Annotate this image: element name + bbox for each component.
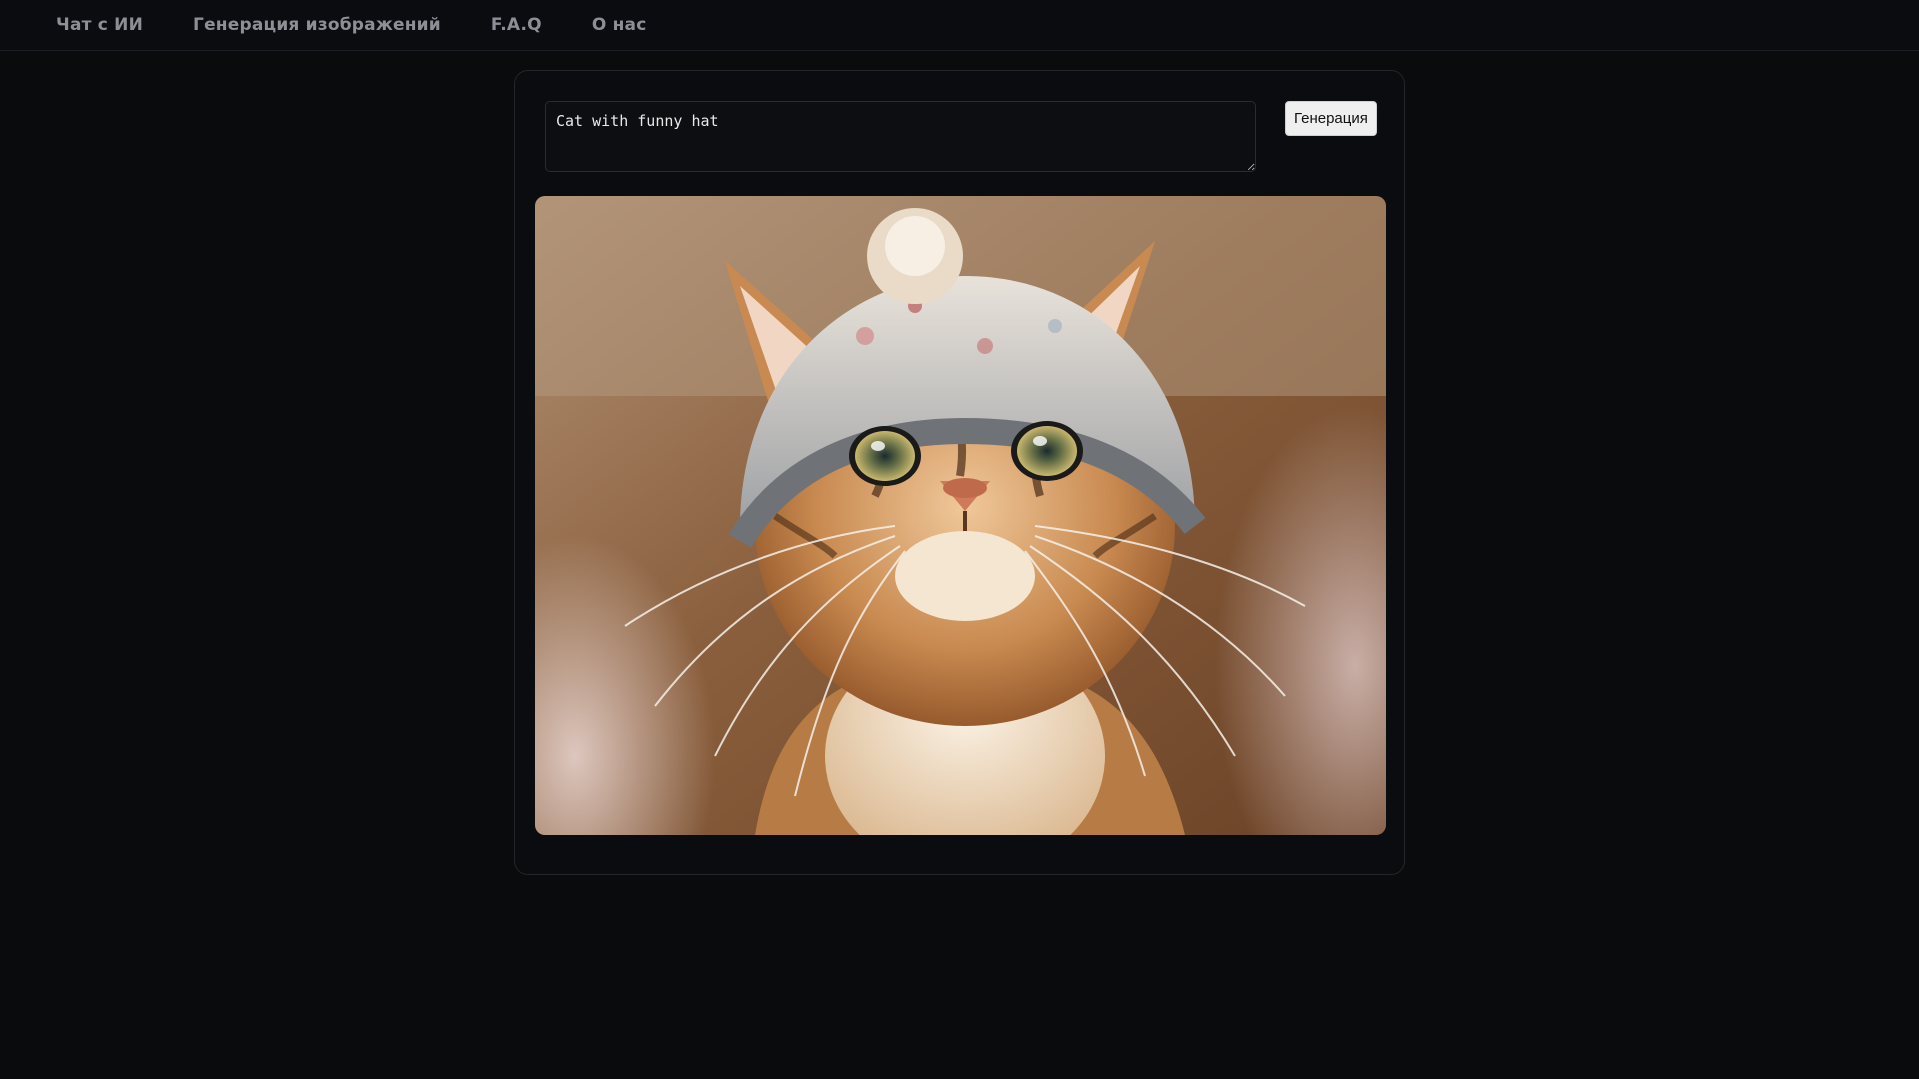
nav-link-faq[interactable]: F.A.Q	[491, 15, 542, 35]
generate-button[interactable]: Генерация	[1285, 101, 1377, 136]
nav-link-about[interactable]: О нас	[592, 15, 647, 35]
generated-image-cat-illustration	[535, 196, 1386, 835]
prompt-input[interactable]: Cat with funny hat	[545, 101, 1256, 172]
nav-link-image-generation[interactable]: Генерация изображений	[193, 15, 441, 35]
nav-link-ai-chat[interactable]: Чат с ИИ	[56, 15, 143, 35]
top-navigation: Чат с ИИ Генерация изображений F.A.Q О н…	[0, 0, 1919, 51]
generated-image	[535, 196, 1386, 835]
generation-panel: Cat with funny hat Генерация	[514, 70, 1405, 875]
